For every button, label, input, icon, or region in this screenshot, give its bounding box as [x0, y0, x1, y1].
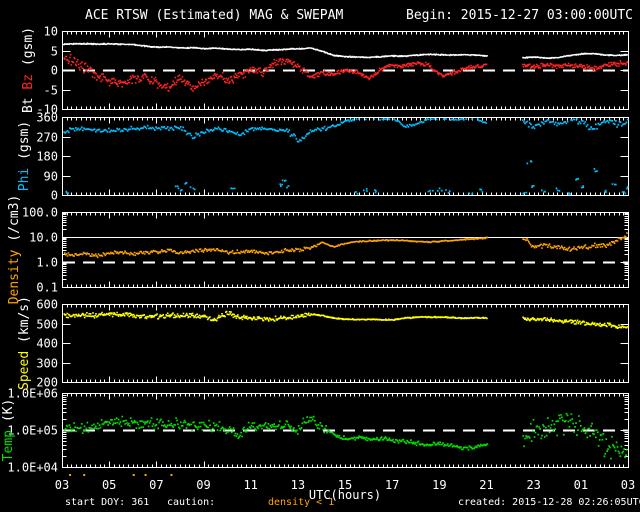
- x-tick-label: 23: [526, 478, 540, 492]
- caution-marker: [83, 474, 86, 476]
- x-tick-label: 01: [574, 478, 588, 492]
- chart-canvas: 1050-5-10Bt Bz (gsm)360270180900Phi (gsm…: [1, 25, 635, 503]
- x-tick-label: 21: [479, 478, 493, 492]
- footer-caution-value: density < 1: [268, 497, 335, 508]
- y-tick-label: 270: [36, 131, 58, 145]
- series-Speed: [63, 310, 629, 329]
- y-axis-title-density: Density (/cm3): [7, 195, 22, 305]
- y-tick-label: 100.0: [22, 206, 58, 220]
- x-tick-label: 17: [385, 478, 399, 492]
- y-tick-label: 500: [36, 318, 58, 332]
- y-axis-title-temp: Temp (K): [1, 399, 16, 462]
- series-Bz: [63, 53, 629, 92]
- x-tick-label: 11: [243, 478, 257, 492]
- footer-created-timestamp: created: 2015-12-28 02:26:05UTC: [458, 497, 640, 508]
- y-tick-label: 0.1: [36, 281, 58, 295]
- y-tick-label: 1.0E+06: [7, 387, 58, 401]
- caution-marker: [132, 474, 135, 476]
- panel-mag: 1050-5-10Bt Bz (gsm): [21, 25, 629, 117]
- y-tick-label: 600: [36, 298, 58, 312]
- y-tick-label: 360: [36, 111, 58, 125]
- x-tick-label: 03: [55, 478, 69, 492]
- x-tick-label: 05: [102, 478, 116, 492]
- y-tick-label: -5: [44, 84, 58, 98]
- caution-marker: [170, 474, 173, 476]
- caution-marker: [144, 474, 147, 476]
- y-tick-label: 0: [51, 64, 58, 78]
- y-tick-label: 1.0E+04: [7, 461, 58, 475]
- y-tick-label: 10: [44, 25, 58, 39]
- series-Phi: [63, 118, 629, 143]
- x-tick-label: 13: [291, 478, 305, 492]
- ace-rtsw-plot: ACE RTSW (Estimated) MAG & SWEPAM Begin:…: [0, 0, 640, 512]
- x-tick-label: 19: [432, 478, 446, 492]
- panel-temp: 1.0E+061.0E+051.0E+04Temp (K): [1, 387, 629, 475]
- panel-phi: 360 270 180 90 0 Phi (gsm): [17, 111, 629, 203]
- series-Density: [63, 232, 628, 259]
- y-tick-label: 0: [51, 189, 58, 203]
- x-tick-label: 03: [621, 478, 635, 492]
- series-Phi-wrap: [65, 160, 629, 196]
- y-axis-title-phi: Phi (gsm): [17, 121, 32, 191]
- y-tick-label: 400: [36, 337, 58, 351]
- y-axis-title-mag: Bt Bz (gsm): [21, 27, 36, 113]
- y-tick-label: 90: [44, 170, 58, 184]
- y-tick-label: 1.0: [36, 256, 58, 270]
- y-tick-label: 180: [36, 150, 58, 164]
- series-Bt: [63, 42, 628, 60]
- footer-caution-label: caution:: [167, 497, 216, 508]
- series-Temp: [63, 412, 628, 460]
- y-tick-label: 300: [36, 357, 58, 371]
- y-tick-label: 5: [51, 45, 58, 59]
- footer-start-doy: start DOY: 361: [65, 497, 150, 508]
- panel-density: 100.0 10.0 1.0 0.1 Density (/cm3): [7, 195, 629, 305]
- y-axis-title-speed: Speed (km/s): [17, 296, 32, 390]
- panel-speed: 600500400300200Speed (km/s): [17, 296, 629, 390]
- x-tick-label: 09: [196, 478, 210, 492]
- y-tick-label: 10.0: [29, 231, 58, 245]
- x-tick-label: 07: [149, 478, 163, 492]
- caution-marker: [69, 474, 72, 476]
